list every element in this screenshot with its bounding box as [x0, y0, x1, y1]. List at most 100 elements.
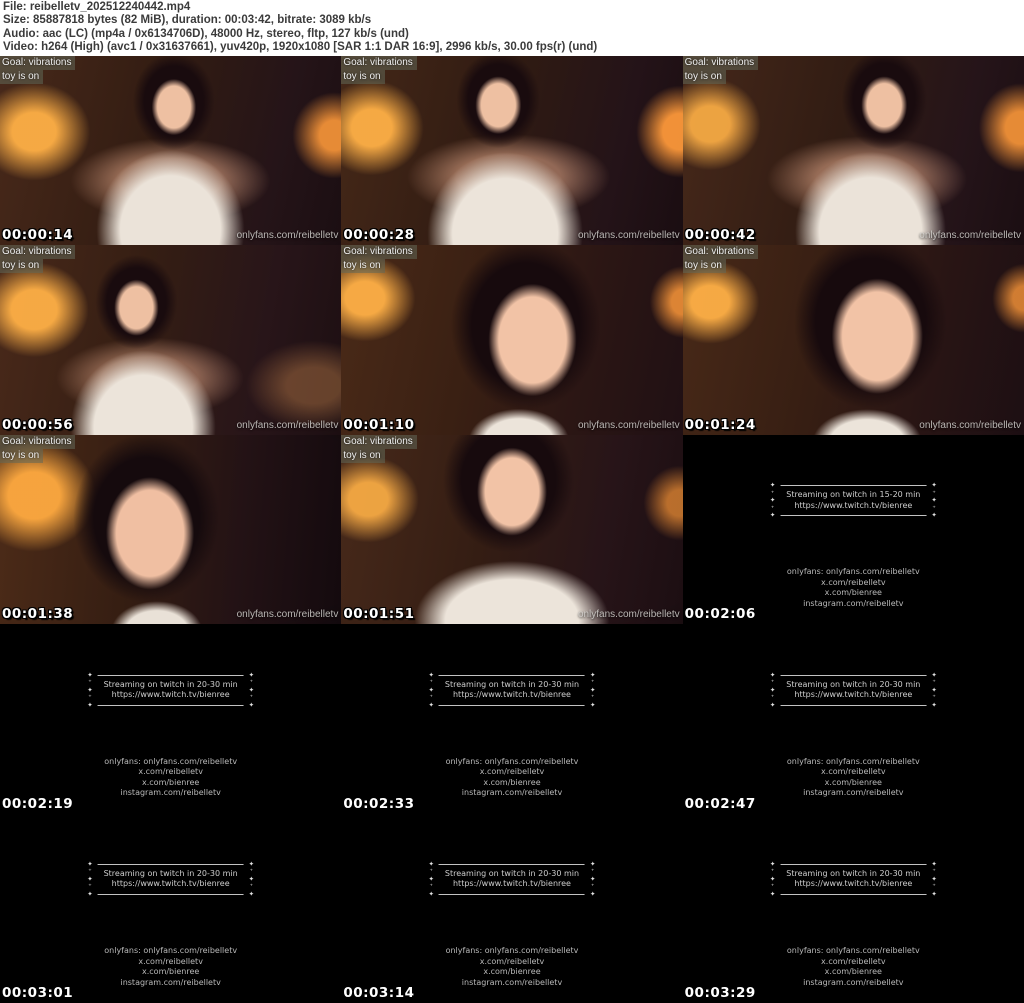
sparkle-icon: ✦ [248, 859, 255, 868]
social-link-x-2: x.com/bienree [142, 967, 200, 977]
social-link-x-2: x.com/bienree [483, 777, 541, 787]
social-link-onlyfans: onlyfans: onlyfans.com/reibelletv [104, 946, 238, 956]
streaming-notice-line: Streaming on twitch in 20-30 min [103, 868, 238, 878]
twitch-url: https://www.twitch.tv/bienree [452, 879, 571, 889]
social-links: onlyfans: onlyfans.com/reibelletv x.com/… [683, 946, 1024, 988]
social-link-onlyfans: onlyfans: onlyfans.com/reibelletv [786, 946, 920, 956]
sparkle-icon: ✦ [769, 859, 776, 868]
frame-timestamp: 00:00:56 [2, 416, 74, 433]
goal-overlay-line-1: Goal: vibrations [0, 245, 76, 260]
video-frame-thumbnail: Goal: vibrations toy is on onlyfans.com/… [0, 434, 342, 625]
sparkle-icon: ✦ [769, 874, 776, 883]
metadata-line-file: File: reibelletv_202512240442.mp4 [3, 1, 191, 13]
goal-overlay-line-2: toy is on [341, 448, 385, 463]
streaming-notice-line: Streaming on twitch in 20-30 min [444, 679, 580, 689]
sparkle-icon: ✦ [589, 670, 596, 679]
goal-overlay-line-1: Goal: vibrations [341, 245, 417, 260]
sparkle-icon: ✦ [248, 874, 255, 883]
sparkle-icon: ✦ [87, 874, 93, 883]
sparkle-icon: ✦ [248, 685, 255, 694]
onlyfans-watermark: onlyfans.com/reibelletv [577, 609, 680, 621]
sparkle-decoration-left: ✦ ⁺ ✦ ⁺ ✦ [769, 671, 776, 709]
sparkle-decoration-right: ✦ ⁺ ✦ ⁺ ✦ [931, 860, 937, 898]
sparkle-icon: ✦ [428, 874, 434, 883]
video-frame-thumbnail-notice: ✦ ⁺ ✦ ⁺ ✦ Streaming on twitch in 20-30 m… [0, 624, 342, 814]
metadata-line-audio: Audio: aac (LC) (mp4a / 0x6134706D), 480… [3, 27, 409, 40]
social-links: onlyfans: onlyfans.com/reibelletv x.com/… [0, 757, 341, 799]
streaming-notice-box: ✦ ⁺ ✦ ⁺ ✦ Streaming on twitch in 20-30 m… [87, 859, 255, 898]
social-link-onlyfans: onlyfans: onlyfans.com/reibelletv [104, 756, 238, 766]
goal-overlay: Goal: vibrations toy is on [341, 434, 417, 463]
goal-overlay-line-2: toy is on [682, 259, 726, 274]
sparkle-icon: ✦ [769, 496, 776, 505]
notice-top-rule [97, 674, 244, 676]
video-frame-thumbnail: Goal: vibrations toy is on onlyfans.com/… [341, 434, 683, 625]
notice-top-rule [438, 674, 585, 676]
video-frame-thumbnail-notice: ✦ ⁺ ✦ ⁺ ✦ Streaming on twitch in 20-30 m… [341, 624, 683, 814]
sparkle-decoration-left: ✦ ⁺ ✦ ⁺ ✦ [770, 482, 775, 519]
metadata-line-size: Size: 85887818 bytes (82 MiB), duration:… [3, 14, 372, 27]
goal-overlay: Goal: vibrations toy is on [0, 56, 76, 84]
video-frame-thumbnail-notice: ✦ ⁺ ✦ ⁺ ✦ Streaming on twitch in 20-30 m… [682, 813, 1024, 1003]
social-link-x-1: x.com/reibelletv [138, 767, 203, 777]
streaming-notice-content: Streaming on twitch in 20-30 min https:/… [436, 672, 588, 709]
thumbnail-grid: Goal: vibrations toy is on onlyfans.com/… [0, 56, 1024, 1003]
sparkle-icon: ✦ [87, 700, 93, 709]
social-link-x-1: x.com/reibelletv [821, 767, 886, 777]
social-links: onlyfans: onlyfans.com/reibelletv x.com/… [341, 757, 682, 799]
streaming-notice-line: Streaming on twitch in 20-30 min [444, 868, 580, 878]
frame-timestamp: 00:01:51 [343, 606, 415, 623]
sparkle-decoration-right: ✦ ⁺ ✦ ⁺ ✦ [589, 670, 596, 709]
streaming-notice-content: Streaming on twitch in 20-30 min https:/… [95, 672, 247, 709]
streaming-notice-line: Streaming on twitch in 20-30 min [786, 868, 921, 878]
frame-timestamp: 00:01:24 [684, 416, 756, 433]
frame-timestamp: 00:02:06 [684, 606, 756, 623]
goal-overlay: Goal: vibrations toy is on [682, 56, 759, 84]
notice-top-rule [780, 485, 927, 487]
streaming-notice-content: Streaming on twitch in 20-30 min https:/… [777, 861, 929, 898]
sparkle-icon: ✦ [428, 670, 434, 679]
notice-top-rule [780, 863, 927, 865]
sparkle-decoration-left: ✦ ⁺ ✦ ⁺ ✦ [769, 859, 776, 898]
goal-overlay: Goal: vibrations toy is on [341, 245, 417, 274]
sparkle-decoration-right: ✦ ⁺ ✦ ⁺ ✦ [931, 671, 936, 709]
video-frame-thumbnail-notice: ✦ ⁺ ✦ ⁺ ✦ Streaming on twitch in 20-30 m… [682, 624, 1024, 814]
onlyfans-watermark: onlyfans.com/reibelletv [919, 230, 1021, 242]
onlyfans-watermark: onlyfans.com/reibelletv [577, 230, 680, 242]
social-links: onlyfans: onlyfans.com/reibelletv x.com/… [683, 757, 1024, 799]
metadata-header: File: reibelletv_202512240442.mp4 Size: … [0, 0, 1024, 56]
twitch-url: https://www.twitch.tv/bienree [794, 690, 913, 700]
social-link-x-2: x.com/bienree [142, 777, 200, 787]
metadata-line-video: Video: h264 (High) (avc1 / 0x31637661), … [3, 41, 598, 54]
video-frame-thumbnail-notice: ✦ ⁺ ✦ ⁺ ✦ Streaming on twitch in 20-30 m… [341, 813, 683, 1003]
social-link-onlyfans: onlyfans: onlyfans.com/reibelletv [786, 756, 920, 766]
goal-overlay-line-1: Goal: vibrations [682, 56, 759, 70]
sparkle-icon: ✦ [87, 889, 93, 898]
social-link-x-2: x.com/bienree [824, 967, 882, 977]
onlyfans-watermark: onlyfans.com/reibelletv [919, 419, 1021, 431]
notice-bottom-rule [97, 704, 244, 706]
streaming-notice-content: Streaming on twitch in 15-20 min https:/… [777, 482, 929, 519]
streaming-notice-line: Streaming on twitch in 20-30 min [103, 679, 238, 689]
sparkle-icon: ✦ [931, 481, 937, 490]
sparkle-decoration-left: ✦ ⁺ ✦ ⁺ ✦ [428, 670, 434, 709]
sparkle-icon: ✦ [248, 670, 255, 679]
social-links: onlyfans: onlyfans.com/reibelletv x.com/… [0, 946, 341, 988]
social-link-x-1: x.com/reibelletv [821, 956, 886, 966]
sparkle-icon: ✦ [87, 859, 93, 868]
sparkle-icon: ✦ [589, 700, 596, 709]
social-links: onlyfans: onlyfans.com/reibelletv x.com/… [341, 946, 682, 988]
social-link-onlyfans: onlyfans: onlyfans.com/reibelletv [786, 567, 920, 577]
sparkle-icon: ✦ [769, 889, 776, 898]
sparkle-icon: ✦ [87, 685, 93, 694]
goal-overlay-line-2: toy is on [682, 70, 726, 84]
video-frame-thumbnail: Goal: vibrations toy is on onlyfans.com/… [0, 245, 342, 435]
sparkle-icon: ✦ [769, 481, 776, 490]
sparkle-icon: ✦ [248, 889, 255, 898]
social-link-x-1: x.com/reibelletv [479, 767, 545, 777]
sparkle-decoration-left: ✦ ⁺ ✦ ⁺ ✦ [87, 671, 93, 709]
sparkle-icon: ✦ [769, 700, 776, 709]
sparkle-icon: ✦ [931, 874, 937, 883]
notice-top-rule [438, 863, 585, 865]
sparkle-decoration-left: ✦ ⁺ ✦ ⁺ ✦ [428, 860, 434, 898]
